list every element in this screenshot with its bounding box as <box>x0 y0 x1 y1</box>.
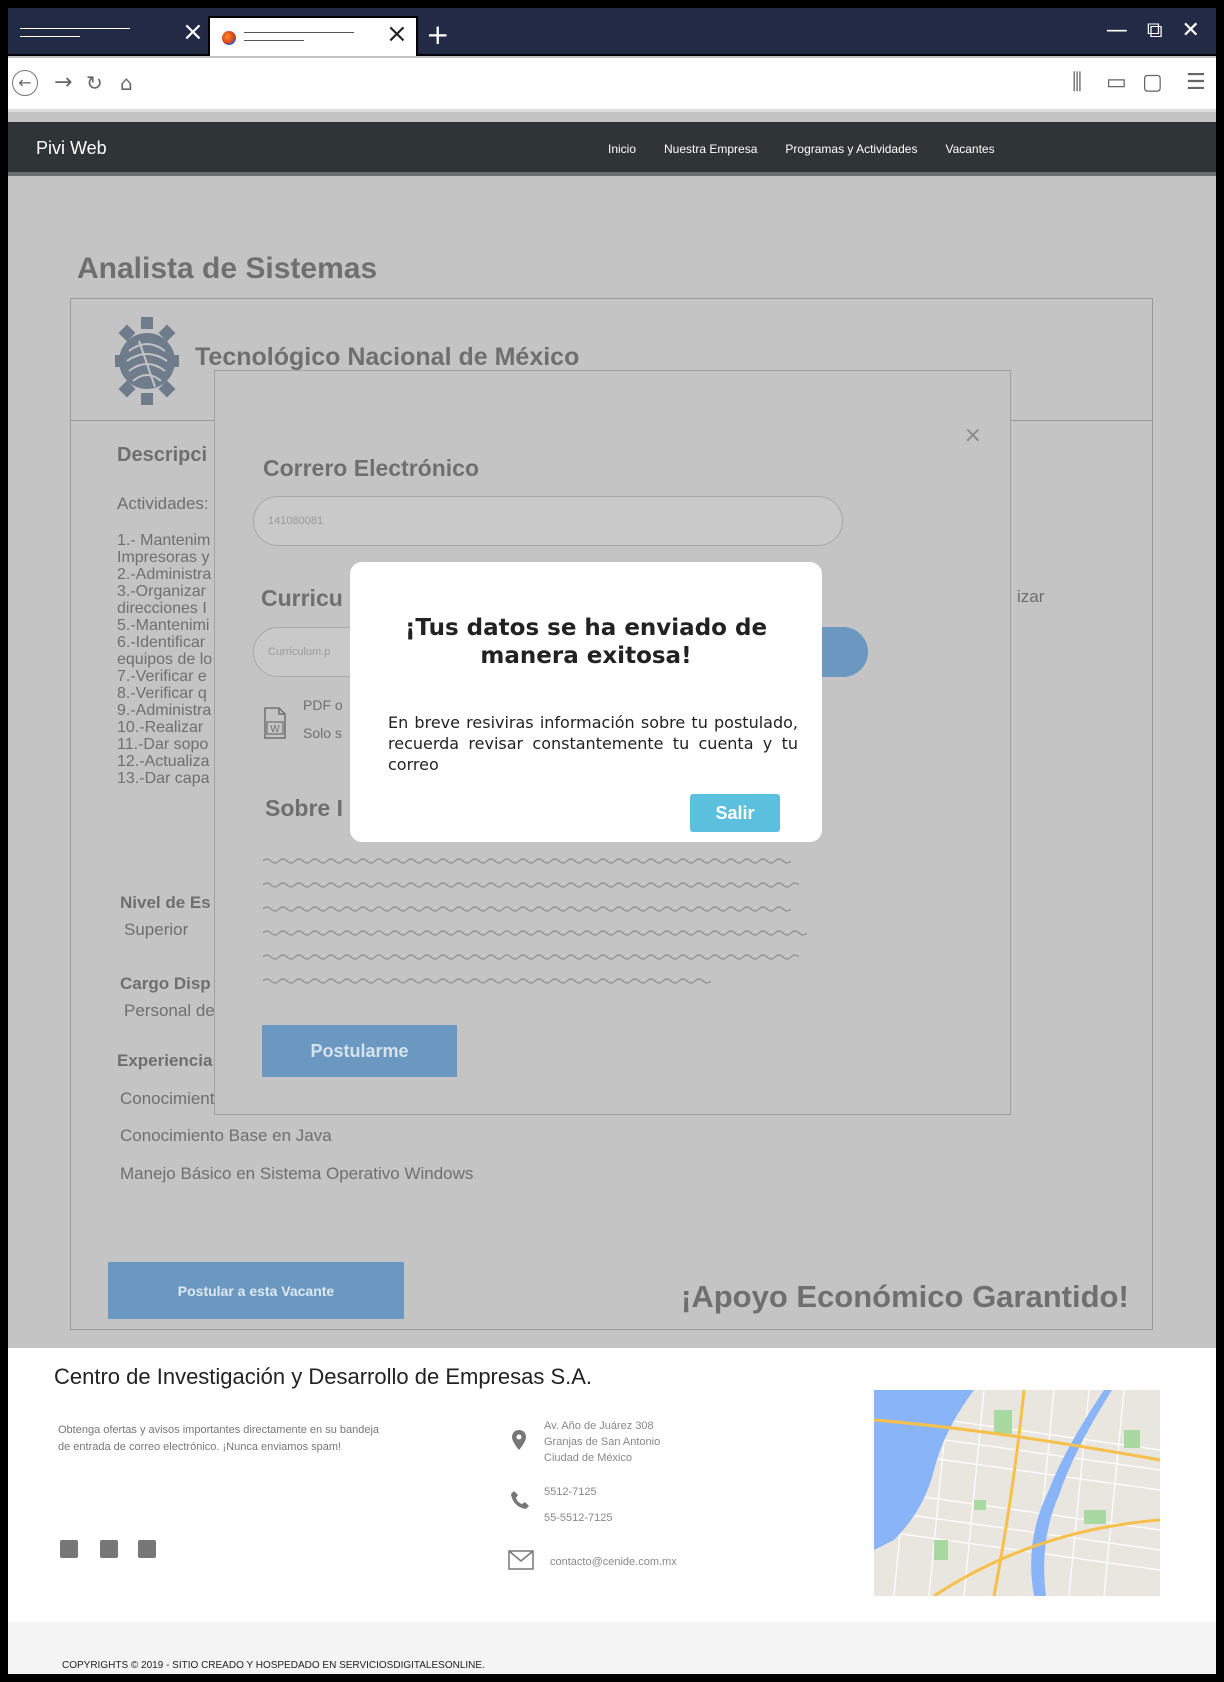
list-item: Conocimiento Base en Java <box>120 1126 332 1145</box>
tab-bar: × × + — ⧉ ✕ <box>8 8 1216 56</box>
dialog-title: ¡Tus datos se ha enviado de manera exito… <box>404 615 768 669</box>
list-item: 10.-Realizar <box>117 719 204 736</box>
list-item: direcciones I <box>117 600 207 617</box>
list-item: 5.-Mantenimi <box>117 617 210 634</box>
submit-application-button[interactable]: Postularme <box>262 1025 457 1077</box>
svg-text:W: W <box>270 724 280 735</box>
activities-label: Actividades: <box>117 494 209 513</box>
tab-active[interactable]: × <box>208 16 418 56</box>
dialog-message: En breve resiviras información sobre tu … <box>388 713 798 774</box>
address-line: Ciudad de México <box>544 1452 633 1464</box>
tab-title-placeholder <box>244 32 354 33</box>
exit-button[interactable]: Salir <box>690 794 780 832</box>
tab-title-placeholder <box>244 40 304 41</box>
email-field[interactable]: 141080081 <box>253 496 843 546</box>
list-item: 9.-Administra <box>117 702 212 719</box>
list-item: equipos de lo <box>117 651 213 668</box>
list-item: Conocimient <box>120 1089 215 1108</box>
home-icon[interactable]: ⌂ <box>120 70 133 96</box>
close-icon[interactable]: × <box>964 423 982 448</box>
list-item: 8.-Verificar q <box>117 685 207 702</box>
word-document-icon: W <box>264 707 286 739</box>
activities-overflow-text: izar <box>1017 587 1045 606</box>
sidebar-icon[interactable]: ▢ <box>1142 70 1163 95</box>
site-header: Pivi Web Inicio Nuestra Empresa Programa… <box>8 122 1216 176</box>
site-menu: Inicio Nuestra Empresa Programas y Activ… <box>608 142 995 156</box>
cv-heading: Curricu <box>261 585 343 611</box>
list-item: Manejo Básico en Sistema Operativo Windo… <box>120 1164 474 1183</box>
list-item: 3.-Organizar <box>117 583 206 600</box>
facebook-icon[interactable] <box>60 1540 78 1558</box>
address-line: Av. Año de Juárez 308 <box>544 1420 654 1432</box>
menu-item-empresa[interactable]: Nuestra Empresa <box>664 142 757 156</box>
contact-email[interactable]: contacto@cenide.com.mx <box>550 1556 677 1568</box>
list-item: 2.-Administra <box>117 566 212 583</box>
footer-address: Av. Año de Juárez 308 Granjas de San Ant… <box>544 1418 660 1466</box>
phone-number[interactable]: 5512-7125 <box>544 1486 597 1498</box>
description-heading: Descripci <box>117 444 208 466</box>
copyright-text: COPYRIGHTS © 2019 - SITIO CREADO Y HOSPE… <box>62 1660 485 1671</box>
footer: Centro de Investigación y Desarrollo de … <box>8 1348 1216 1622</box>
menu-item-vacantes[interactable]: Vacantes <box>945 142 994 156</box>
location-pin-icon <box>512 1430 526 1450</box>
list-item: 11.-Dar sopo <box>117 736 209 753</box>
twitter-icon[interactable] <box>138 1540 156 1558</box>
list-item: 13.-Dar capa <box>117 770 210 787</box>
menu-item-programas[interactable]: Programas y Actividades <box>785 142 917 156</box>
menu-icon[interactable]: ☰ <box>1186 70 1206 95</box>
phone-number[interactable]: 55-5512-7125 <box>544 1512 613 1524</box>
position-heading: Cargo Disp <box>120 974 211 993</box>
list-item: 12.-Actualiza <box>117 753 210 770</box>
activities-list: Actividades: 1.- Mantenim Impresoras y 2… <box>117 495 212 787</box>
site-brand[interactable]: Pivi Web <box>36 138 107 159</box>
tab-title-placeholder <box>20 36 80 37</box>
back-icon[interactable]: ← <box>12 70 38 96</box>
education-heading: Nivel de Es <box>120 893 211 912</box>
position-value: Personal de <box>124 1001 215 1020</box>
phone-icon <box>511 1491 529 1509</box>
tab-close-icon[interactable]: × <box>386 20 408 48</box>
reader-icon[interactable]: ▭ <box>1106 70 1127 95</box>
firefox-icon <box>222 31 236 45</box>
tab-inactive[interactable]: × <box>16 14 206 56</box>
copyright-bar: COPYRIGHTS © 2019 - SITIO CREADO Y HOSPE… <box>8 1622 1216 1674</box>
organization-name: Tecnológico Nacional de México <box>195 343 580 371</box>
location-map[interactable] <box>874 1390 1160 1596</box>
file-note-line2: Solo s <box>303 725 342 741</box>
banner-text: ¡Apoyo Económico Garantido! <box>681 1279 1129 1314</box>
list-item: 6.-Identificar <box>117 634 206 651</box>
success-dialog: ¡Tus datos se ha enviado de manera exito… <box>350 562 822 842</box>
forward-icon[interactable]: → <box>54 70 72 96</box>
navigation-bar: ← → ↻ ⌂ ⫼ ▭ ▢ ☰ <box>8 58 1216 112</box>
list-item: 1.- Mantenim <box>117 532 211 549</box>
youtube-icon[interactable] <box>100 1540 118 1558</box>
page-title: Analista de Sistemas <box>77 252 378 285</box>
window-controls[interactable]: — ⧉ ✕ <box>1106 18 1206 43</box>
footer-company-name: Centro de Investigación y Desarrollo de … <box>54 1364 593 1389</box>
menu-item-inicio[interactable]: Inicio <box>608 142 636 156</box>
library-icon[interactable]: ⫼ <box>1072 70 1082 95</box>
mail-icon <box>508 1550 534 1570</box>
apply-vacancy-button[interactable]: Postular a esta Vacante <box>108 1262 404 1319</box>
tecnm-logo <box>115 317 179 405</box>
tab-close-icon[interactable]: × <box>182 18 204 46</box>
address-line: Granjas de San Antonio <box>544 1436 661 1448</box>
education-value: Superior <box>124 920 189 939</box>
new-tab-button[interactable]: + <box>426 18 449 51</box>
tab-title-placeholder <box>20 28 130 29</box>
file-note-line1: PDF o <box>303 697 343 713</box>
header-divider <box>8 172 1216 176</box>
about-text-scribble <box>263 858 808 984</box>
footer-promo-text: Obtenga ofertas y avisos importantes dir… <box>58 1424 380 1453</box>
email-heading: Correro Electrónico <box>263 455 479 481</box>
list-item: 7.-Verificar e <box>117 668 207 685</box>
experience-heading: Experiencia <box>117 1051 213 1070</box>
browser-window: × × + — ⧉ ✕ ← → ↻ ⌂ ⫼ ▭ ▢ ☰ Pivi Web Ini… <box>0 0 1224 1682</box>
about-heading: Sobre I <box>265 795 343 821</box>
list-item: Impresoras y <box>117 549 210 566</box>
reload-icon[interactable]: ↻ <box>86 70 103 96</box>
